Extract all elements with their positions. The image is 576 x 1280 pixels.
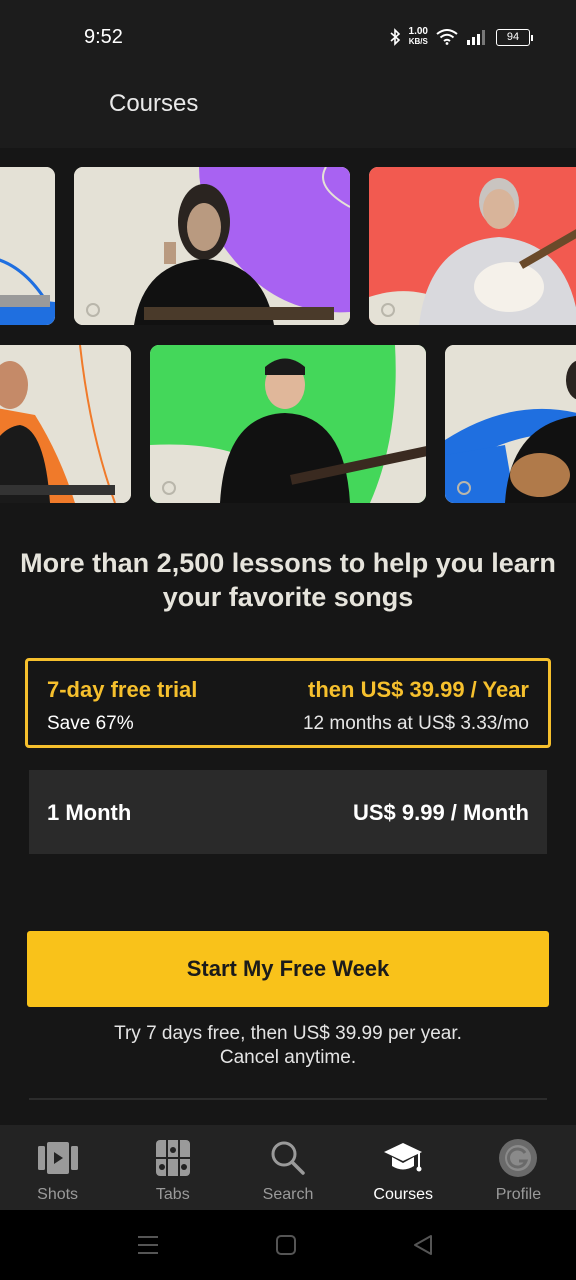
- thumbnail-art: [0, 345, 131, 503]
- course-thumbnail[interactable]: [74, 167, 350, 325]
- thumbnail-art: [369, 167, 576, 325]
- signal-icon: [467, 30, 485, 45]
- logo-watermark: [457, 481, 471, 495]
- headline: More than 2,500 lessons to help you lear…: [20, 548, 556, 612]
- start-free-week-button[interactable]: Start My Free Week: [27, 931, 549, 1007]
- course-thumbnail[interactable]: [369, 167, 576, 325]
- network-speed: 1.00 KB/S: [409, 27, 428, 47]
- home-icon[interactable]: [275, 1234, 297, 1256]
- fineprint-line-2: Cancel anytime.: [219, 1047, 357, 1068]
- back-icon[interactable]: [412, 1234, 434, 1256]
- system-nav-bar: [0, 1210, 576, 1280]
- page-title: Courses: [109, 90, 199, 117]
- speed-unit: KB/S: [408, 37, 428, 46]
- tabs-grid-icon: [153, 1139, 193, 1177]
- trial-fineprint: Try 7 days free, then US$ 39.99 per year…: [0, 1022, 576, 1070]
- trial-label: 7-day free trial: [47, 677, 198, 702]
- nav-label-profile: Profile: [495, 1186, 542, 1203]
- course-carousel[interactable]: [0, 148, 576, 518]
- nav-label-shots: Shots: [37, 1186, 79, 1203]
- thumbnail-art: [445, 345, 576, 503]
- graduation-cap-icon: [383, 1139, 423, 1177]
- course-thumbnail[interactable]: [0, 167, 55, 325]
- course-thumbnail[interactable]: [445, 345, 576, 503]
- monthly-label: 1 Month: [47, 800, 132, 825]
- nav-label-courses: Courses: [373, 1186, 433, 1203]
- nav-item-search[interactable]: Search: [230, 1125, 345, 1210]
- status-icons: 1.00 KB/S 94: [389, 27, 533, 47]
- nav-item-shots[interactable]: Shots: [0, 1125, 115, 1210]
- profile-avatar-icon: [498, 1139, 538, 1177]
- status-time: 9:52: [84, 26, 123, 48]
- thumbnail-art: [0, 167, 55, 325]
- yearly-price: then US$ 39.99 / Year: [308, 677, 529, 702]
- battery-indicator: 94: [496, 28, 533, 46]
- yearly-price-detail: 12 months at US$ 3.33/mo: [302, 713, 529, 734]
- wifi-icon: [436, 29, 458, 45]
- divider: [29, 1098, 547, 1100]
- nav-item-profile[interactable]: Profile: [461, 1125, 576, 1210]
- app-header: Courses: [0, 78, 576, 148]
- speed-value: 1.00: [408, 26, 428, 37]
- thumbnail-art: [150, 345, 426, 503]
- search-icon: [268, 1139, 308, 1177]
- logo-watermark: [381, 303, 395, 317]
- bluetooth-icon: [390, 28, 400, 46]
- logo-watermark: [86, 303, 100, 317]
- monthly-price: US$ 9.99 / Month: [352, 800, 529, 825]
- nav-item-tabs[interactable]: Tabs: [115, 1125, 230, 1210]
- logo-watermark: [162, 481, 176, 495]
- menu-icon[interactable]: [137, 1234, 159, 1256]
- nav-item-courses[interactable]: Courses: [346, 1125, 461, 1210]
- video-icon: [37, 1139, 78, 1177]
- nav-label-search: Search: [262, 1186, 314, 1203]
- nav-label-tabs: Tabs: [155, 1186, 190, 1203]
- course-thumbnail[interactable]: [0, 345, 131, 503]
- thumbnail-art: [74, 167, 350, 325]
- plan-option-yearly[interactable]: 7-day free trial Save 67% then US$ 39.99…: [25, 658, 551, 748]
- bottom-nav: Shots Tabs Search Courses Profile: [0, 1125, 576, 1210]
- status-bar: 9:52 1.00 KB/S 94: [0, 0, 576, 78]
- plan-option-monthly[interactable]: 1 Month US$ 9.99 / Month: [29, 770, 547, 854]
- course-thumbnail[interactable]: [150, 345, 426, 503]
- savings-label: Save 67%: [47, 713, 134, 734]
- fineprint-line-1: Try 7 days free, then US$ 39.99 per year…: [114, 1023, 462, 1044]
